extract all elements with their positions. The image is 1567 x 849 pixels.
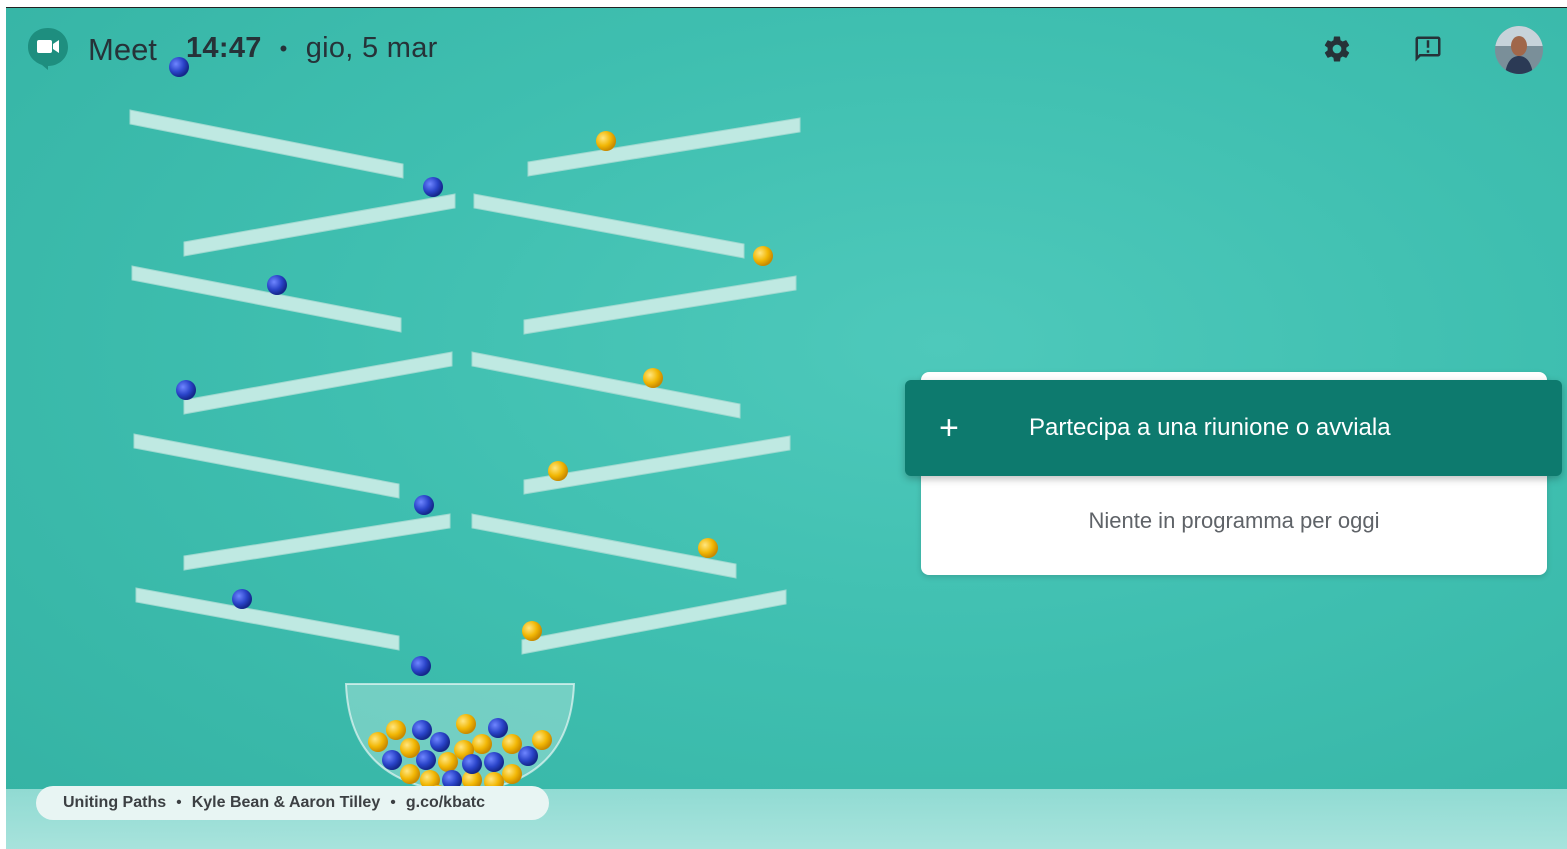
- join-or-start-meeting-button[interactable]: + Partecipa a una riunione o avviala: [905, 380, 1562, 476]
- feedback-icon[interactable]: [1413, 34, 1443, 64]
- user-avatar[interactable]: [1495, 26, 1543, 74]
- credit-separator: •: [176, 794, 182, 811]
- credit-separator: •: [390, 794, 396, 811]
- gear-icon[interactable]: [1322, 34, 1352, 64]
- plus-icon: +: [939, 409, 959, 447]
- clock: 14:47 • gio, 5 mar: [186, 32, 438, 65]
- join-button-label: Partecipa a una riunione o avviala: [1029, 414, 1391, 441]
- credit-authors: Kyle Bean & Aaron Tilley: [191, 794, 381, 811]
- credit-link[interactable]: g.co/kbatc: [406, 794, 485, 812]
- meet-logo-icon: [28, 28, 68, 70]
- credit-title: Uniting Paths: [63, 794, 167, 811]
- artwork-credit[interactable]: Uniting Paths • Kyle Bean & Aaron Tilley…: [36, 786, 549, 820]
- empty-schedule-text: Niente in programma per oggi: [1088, 508, 1380, 533]
- marble-run-artwork: [129, 57, 801, 805]
- app-name: Meet: [88, 32, 157, 67]
- current-date: gio, 5 mar: [305, 32, 438, 64]
- time-date-separator: •: [279, 36, 288, 62]
- window-top-border: [0, 0, 1567, 8]
- current-time: 14:47: [186, 32, 262, 64]
- window-left-border: [0, 0, 6, 849]
